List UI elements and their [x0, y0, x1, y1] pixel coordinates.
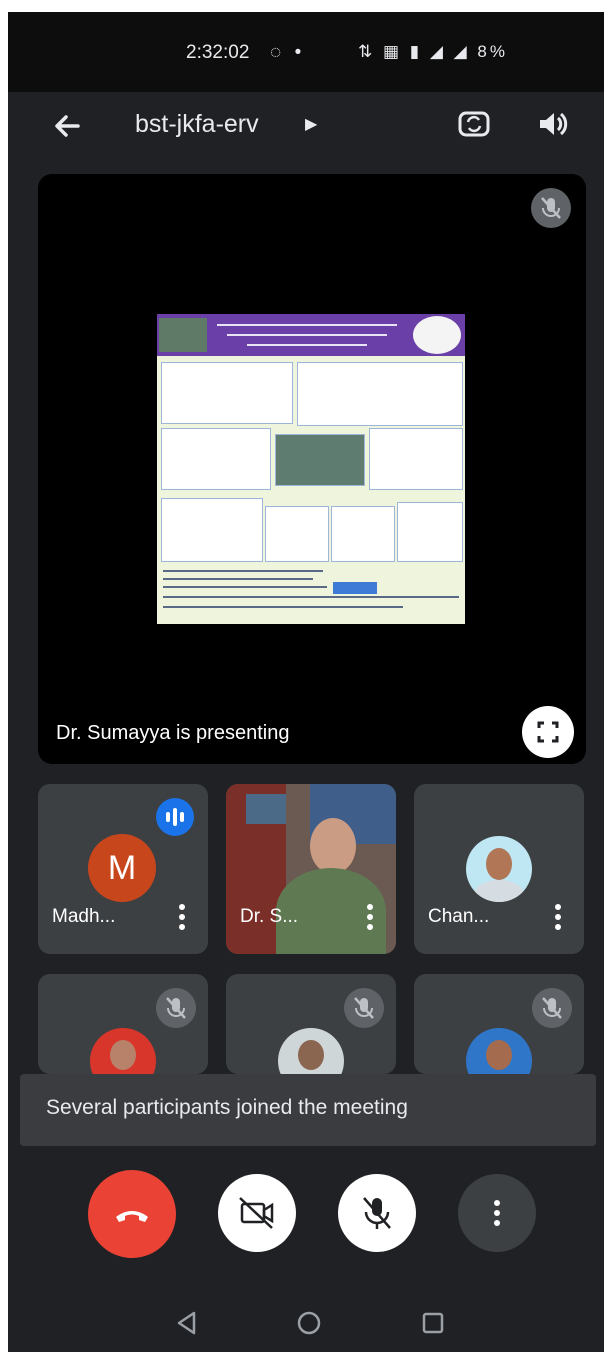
- mic-off-icon: [532, 988, 572, 1028]
- participant-tile[interactable]: [38, 974, 208, 1074]
- mic-off-icon: [344, 988, 384, 1028]
- end-call-icon: [116, 1211, 148, 1222]
- android-nav-bar: [8, 1282, 604, 1352]
- nav-recents-icon[interactable]: [420, 1310, 446, 1336]
- nav-home-icon[interactable]: [296, 1310, 322, 1336]
- status-right-icons: ⇅ ▦ ▮ ◢ ◢ 8%: [358, 42, 508, 61]
- avatar: [278, 1028, 344, 1074]
- participant-name: Madh...: [52, 906, 116, 927]
- speaker-icon[interactable]: [532, 104, 572, 144]
- more-vert-icon: [494, 1200, 500, 1226]
- toast-notification: Several participants joined the meeting: [20, 1074, 596, 1146]
- nav-back-icon[interactable]: [174, 1310, 200, 1336]
- participant-name: Dr. S...: [240, 906, 299, 927]
- participant-tile[interactable]: [414, 974, 584, 1074]
- more-options-button[interactable]: [458, 1174, 536, 1252]
- meeting-info-chevron-icon[interactable]: ▶: [305, 114, 317, 134]
- toast-message: Several participants joined the meeting: [46, 1096, 408, 1119]
- status-bar: 2:32:02 ◌ • ⇅ ▦ ▮ ◢ ◢ 8%: [8, 12, 604, 92]
- phone-screen: 2:32:02 ◌ • ⇅ ▦ ▮ ◢ ◢ 8% bst-jkfa-erv ▶: [8, 12, 604, 1352]
- status-time: 2:32:02: [186, 42, 250, 63]
- mic-toggle-button[interactable]: [338, 1174, 416, 1252]
- avatar: [466, 836, 532, 902]
- avatar: [90, 1028, 156, 1074]
- meeting-code[interactable]: bst-jkfa-erv: [135, 110, 259, 139]
- avatar: [466, 1028, 532, 1074]
- more-vert-icon[interactable]: [546, 900, 570, 934]
- participant-tile[interactable]: Dr. S...: [226, 784, 396, 954]
- slide-logo: [413, 316, 461, 354]
- end-call-button[interactable]: [88, 1170, 176, 1258]
- participant-name: Chan...: [428, 906, 490, 927]
- camera-off-icon: [239, 1197, 274, 1229]
- mic-off-icon: [531, 188, 571, 228]
- camera-toggle-button[interactable]: [218, 1174, 296, 1252]
- meeting-top-bar: bst-jkfa-erv ▶: [8, 92, 604, 180]
- participant-tile[interactable]: M Madh...: [38, 784, 208, 954]
- status-indicators: ◌ •: [270, 42, 306, 63]
- participant-tile[interactable]: Chan...: [414, 784, 584, 954]
- speaking-indicator-icon: [156, 798, 194, 836]
- more-vert-icon[interactable]: [358, 900, 382, 934]
- participant-tile[interactable]: [226, 974, 396, 1074]
- mic-off-icon: [363, 1197, 391, 1229]
- presenter-label: Dr. Sumayya is presenting: [56, 722, 290, 744]
- back-arrow-icon[interactable]: [48, 106, 88, 146]
- mic-off-icon: [156, 988, 196, 1028]
- more-vert-icon[interactable]: [170, 900, 194, 934]
- slide-photo: [159, 318, 207, 352]
- flip-camera-icon[interactable]: [454, 104, 494, 144]
- shared-slide-image: [157, 314, 465, 624]
- avatar: M: [88, 834, 156, 902]
- presentation-view[interactable]: Dr. Sumayya is presenting: [38, 174, 586, 764]
- fullscreen-icon[interactable]: [522, 706, 574, 758]
